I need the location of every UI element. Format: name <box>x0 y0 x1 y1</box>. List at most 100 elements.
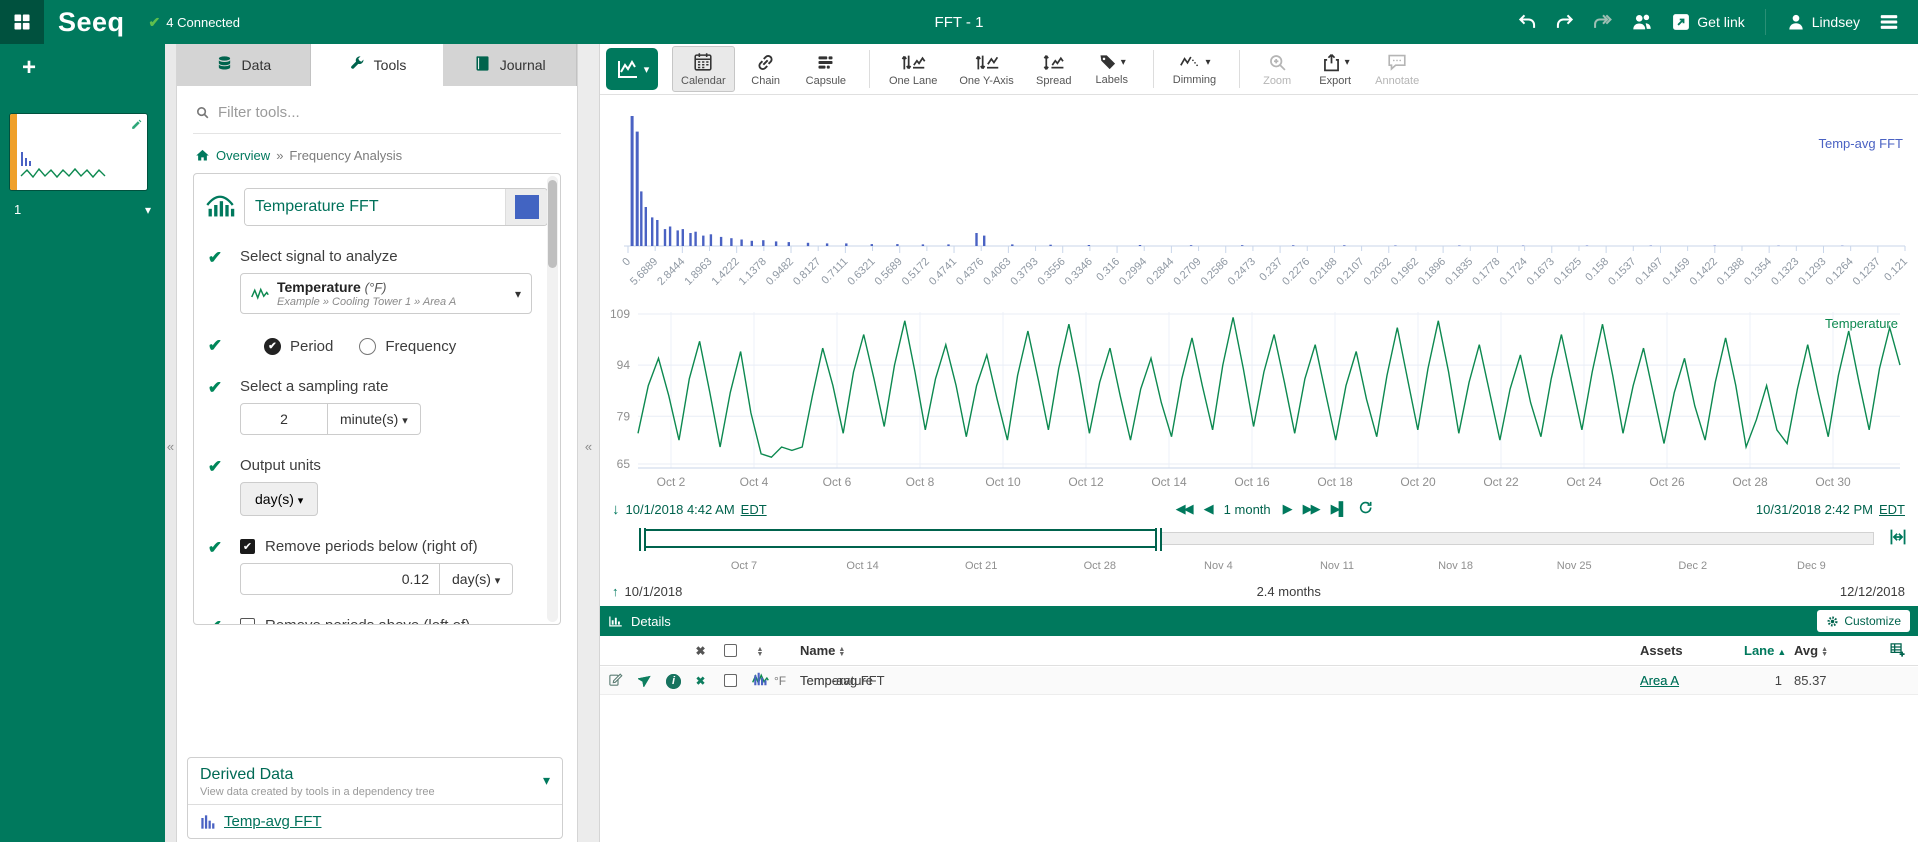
export-button[interactable]: ▾Export <box>1308 46 1362 92</box>
one-lane-button[interactable]: One Lane <box>880 46 946 92</box>
avg-column-header[interactable]: Avg▲▼ <box>1790 643 1876 658</box>
name-column-header[interactable]: Name▲▼ <box>800 643 1640 658</box>
fft-bar[interactable] <box>664 229 666 246</box>
refresh-icon[interactable] <box>1358 500 1373 518</box>
slider-handle-right[interactable] <box>1155 528 1162 551</box>
fft-bar[interactable] <box>677 230 679 246</box>
slider-handle-left[interactable] <box>639 528 646 551</box>
temperature-chart[interactable]: Oct 2Oct 4Oct 6Oct 8Oct 10Oct 12Oct 14Oc… <box>600 302 1918 496</box>
slider-selected-window[interactable] <box>641 529 1160 548</box>
worksheet-chevron-down-icon[interactable]: ▾ <box>145 203 151 217</box>
radio-frequency[interactable]: Frequency <box>359 338 456 355</box>
fft-bar[interactable] <box>1011 244 1013 246</box>
start-timezone-link[interactable]: EDT <box>741 502 767 517</box>
labels-button[interactable]: ▾Labels <box>1085 46 1139 92</box>
fft-bar[interactable] <box>710 234 712 246</box>
tool-name-input[interactable] <box>245 189 505 225</box>
fft-bar[interactable] <box>845 243 847 246</box>
fft-bar[interactable] <box>1343 245 1345 246</box>
add-column-icon[interactable] <box>1889 641 1906 658</box>
info-icon[interactable]: i <box>660 672 687 689</box>
temperature-series-label[interactable]: Temperature <box>1825 316 1898 331</box>
range-back-half-icon[interactable]: ◀ <box>1204 501 1212 517</box>
tool-card-scrollbar[interactable] <box>547 176 558 622</box>
fft-bar[interactable] <box>826 243 828 246</box>
collapse-panel-handle[interactable]: « <box>578 439 599 454</box>
fft-bar[interactable] <box>656 220 658 246</box>
fft-bar[interactable] <box>983 236 985 246</box>
fft-bar[interactable] <box>896 244 898 246</box>
derived-chevron-down-icon[interactable]: ▾ <box>543 772 550 789</box>
fft-bar[interactable] <box>871 244 873 246</box>
app-grid-icon[interactable] <box>0 0 44 44</box>
fft-bar[interactable] <box>720 237 722 246</box>
fft-bar[interactable] <box>1049 245 1051 246</box>
tab-journal[interactable]: Journal <box>443 44 577 86</box>
series-color-chip[interactable] <box>515 195 539 219</box>
customize-button[interactable]: Customize <box>1817 610 1910 632</box>
output-unit-select[interactable]: day(s) ▾ <box>240 482 318 516</box>
edit-icon[interactable] <box>608 675 623 690</box>
fft-bar[interactable] <box>682 229 684 246</box>
undo-icon[interactable] <box>1513 8 1541 36</box>
tab-data[interactable]: Data <box>177 44 311 86</box>
zoom-button[interactable]: Zoom <box>1250 46 1304 92</box>
temperature-series-line[interactable] <box>638 317 1900 457</box>
hamburger-menu-icon[interactable] <box>1874 7 1904 37</box>
fft-bar[interactable] <box>730 238 732 246</box>
fft-chart[interactable]: 05.68892.84441.89631.42221.13780.94820.8… <box>600 100 1918 300</box>
redo-icon[interactable] <box>1551 8 1579 36</box>
pin-to-trend-icon[interactable] <box>630 672 660 690</box>
users-icon[interactable] <box>1627 7 1657 37</box>
breadcrumb-overview-link[interactable]: Overview <box>216 148 270 163</box>
fft-bar[interactable] <box>702 236 704 246</box>
fft-bar[interactable] <box>1241 245 1243 246</box>
user-menu[interactable]: Lindsey <box>1782 8 1864 36</box>
scrollbar-thumb[interactable] <box>548 180 557 268</box>
remove-item-icon[interactable]: ✖ <box>687 673 714 688</box>
fft-bar[interactable] <box>694 232 696 246</box>
view-mode-button[interactable]: ▾ <box>606 48 658 90</box>
fft-bar[interactable] <box>645 207 647 246</box>
fft-bar[interactable] <box>975 233 977 246</box>
range-to-now-icon[interactable]: ▶▌ <box>1331 501 1346 517</box>
fft-bar[interactable] <box>640 191 642 246</box>
fft-bar[interactable] <box>751 241 753 246</box>
calendar-button[interactable]: Calendar <box>672 46 735 92</box>
redo-all-icon[interactable] <box>1589 8 1617 36</box>
remove-above-checkbox[interactable]: Remove periods above (left of) <box>240 617 548 625</box>
filter-tools-input[interactable] <box>218 104 546 121</box>
dimming-button[interactable]: ▾Dimming <box>1164 46 1225 92</box>
fft-bar[interactable] <box>689 233 691 246</box>
table-row[interactable]: i✖Temp-avg FFTArea A <box>600 667 1918 695</box>
signal-select[interactable]: Temperature (°F) Example » Cooling Tower… <box>240 273 532 314</box>
chain-button[interactable]: Chain <box>739 46 793 92</box>
worksheet-thumbnail[interactable] <box>10 114 147 190</box>
fft-bar[interactable] <box>636 132 639 246</box>
remove-below-checkbox[interactable]: ✔Remove periods below (right of) <box>240 538 548 555</box>
collapse-rail-handle[interactable]: « <box>165 439 176 454</box>
fft-bar[interactable] <box>651 217 653 246</box>
sampling-rate-input[interactable] <box>240 403 328 435</box>
range-forward-full-icon[interactable]: ▶▶ <box>1303 501 1319 517</box>
derived-data-link[interactable]: Temp-avg FFT <box>224 813 322 830</box>
timeline-expand-icon[interactable] <box>1888 528 1908 549</box>
fft-bar[interactable] <box>631 116 634 246</box>
fft-bar[interactable] <box>762 240 764 246</box>
remove-below-input[interactable] <box>240 563 440 595</box>
fft-bar[interactable] <box>807 243 809 246</box>
fft-bar[interactable] <box>1139 245 1141 246</box>
fft-bar[interactable] <box>922 244 924 246</box>
range-back-full-icon[interactable]: ◀◀ <box>1176 501 1192 517</box>
remove-below-unit-select[interactable]: day(s) ▾ <box>440 563 513 595</box>
get-link-button[interactable]: Get link <box>1667 8 1748 36</box>
fft-bar[interactable] <box>1292 245 1294 246</box>
radio-period[interactable]: ✔Period <box>264 338 333 355</box>
fft-bar[interactable] <box>1190 245 1192 246</box>
fft-bar[interactable] <box>788 242 790 246</box>
row-checkbox[interactable] <box>714 674 746 687</box>
lane-column-header[interactable]: Lane▲ <box>1744 643 1790 658</box>
capsule-button[interactable]: Capsule <box>797 46 855 92</box>
range-forward-half-icon[interactable]: ▶ <box>1283 501 1291 517</box>
sampling-unit-select[interactable]: minute(s) ▾ <box>328 403 421 435</box>
